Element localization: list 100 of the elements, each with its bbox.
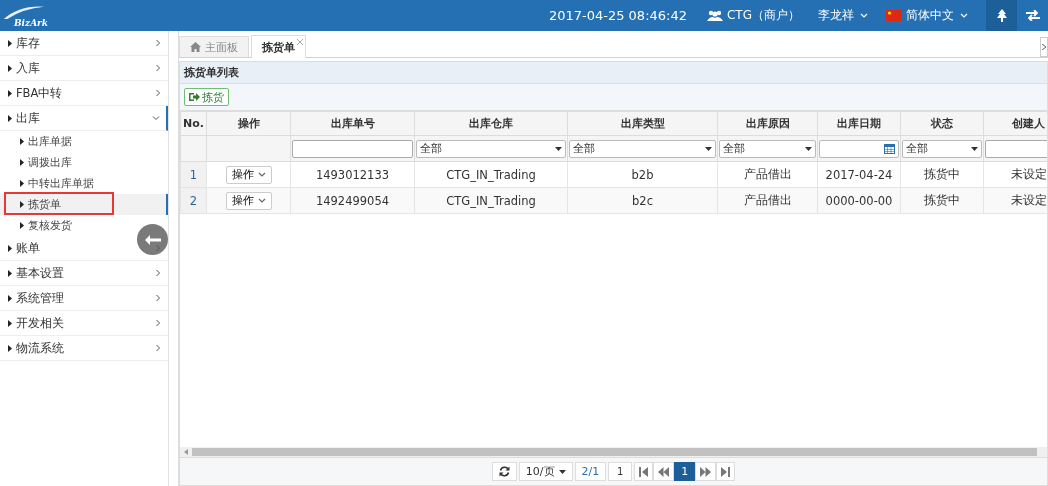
chevron-down-icon <box>257 172 266 177</box>
column-header[interactable]: 操作 <box>206 111 291 136</box>
chevron-icon <box>1042 44 1046 50</box>
fast-forward-icon <box>700 466 712 477</box>
rewind-icon <box>658 466 670 477</box>
chevron-down-icon <box>960 13 968 18</box>
triangle-right-icon <box>8 244 12 252</box>
table-cell: 0000-00-00 <box>817 187 901 214</box>
swap-icon <box>1025 10 1040 21</box>
triangle-right-icon <box>8 39 12 47</box>
menu-item[interactable]: 开发相关 <box>8 315 64 331</box>
last-page-button[interactable] <box>716 462 736 481</box>
next-page-button[interactable] <box>695 462 717 481</box>
page-button[interactable]: 1 <box>674 462 696 481</box>
close-icon[interactable] <box>297 39 303 45</box>
menu-item[interactable]: 基本设置 <box>8 265 64 281</box>
caret-down-icon <box>705 146 712 151</box>
refresh-button[interactable] <box>491 462 517 481</box>
triangle-right-icon <box>8 319 12 327</box>
menu-item[interactable]: 出库 <box>8 110 40 126</box>
submenu-item[interactable]: 复核发货 <box>0 215 76 236</box>
user-menu[interactable]: 李龙祥 <box>818 7 868 24</box>
arrow-left-icon <box>144 234 161 245</box>
filter-dropdown[interactable]: 全部 <box>719 139 816 158</box>
triangle-right-icon <box>20 222 24 229</box>
page-input[interactable]: 1 <box>608 462 633 481</box>
page-size-dropdown[interactable]: 10/页 <box>518 462 573 481</box>
tree-icon <box>996 9 1007 22</box>
triangle-right-icon <box>20 159 24 166</box>
table-cell: b2b <box>567 161 718 188</box>
triangle-right-icon <box>20 180 24 187</box>
table-cell: 1492499054 <box>290 187 415 214</box>
action-dropdown[interactable]: 操作 <box>225 191 272 210</box>
column-header[interactable]: 状态 <box>900 111 984 136</box>
tab[interactable]: 拣货单 <box>251 35 306 58</box>
table-cell: 产品借出 <box>717 187 818 214</box>
first-page-icon <box>639 466 649 477</box>
caret-down-icon <box>555 146 562 151</box>
filter-dropdown[interactable]: 全部 <box>569 139 716 158</box>
triangle-right-icon <box>8 89 12 97</box>
menu-item[interactable]: 系统管理 <box>8 290 64 306</box>
flag-icon <box>886 10 902 21</box>
column-header[interactable]: 出库原因 <box>717 111 818 136</box>
sign-out-icon <box>189 92 200 102</box>
table-cell: 拣货中 <box>900 187 984 214</box>
pick-button[interactable]: 拣货 <box>184 88 229 106</box>
triangle-right-icon <box>8 294 12 302</box>
page-count: 2/1 <box>574 462 607 481</box>
date-filter-field[interactable] <box>819 139 899 158</box>
triangle-right-icon <box>20 138 24 145</box>
filter-field[interactable] <box>985 139 1047 158</box>
column-header[interactable]: 出库仓库 <box>414 111 568 136</box>
action-dropdown[interactable]: 操作 <box>225 165 272 184</box>
menu-item[interactable]: FBA中转 <box>8 85 63 101</box>
triangle-right-icon <box>8 64 12 72</box>
menu-item[interactable]: 物流系统 <box>8 340 64 356</box>
collapse-sidebar-button[interactable] <box>137 224 168 255</box>
table-cell: 产品借出 <box>717 161 818 188</box>
filter-dropdown[interactable]: 全部 <box>416 139 566 158</box>
users-icon <box>707 9 723 22</box>
submenu-item[interactable]: 中转出库单据 <box>0 173 98 194</box>
table-cell: 拣货中 <box>900 161 984 188</box>
refresh-icon <box>498 466 510 477</box>
datetime: 2017-04-25 08:46:42 <box>548 8 687 23</box>
calendar-icon <box>884 143 895 154</box>
column-header[interactable]: 出库类型 <box>567 111 718 136</box>
row-number: 1 <box>180 161 207 188</box>
table-cell: CTG_IN_Trading <box>414 187 568 214</box>
column-header[interactable]: 出库日期 <box>817 111 901 136</box>
row-number: 2 <box>180 187 207 214</box>
language-menu[interactable]: 简体中文 <box>886 7 968 24</box>
table-cell: b2c <box>567 187 718 214</box>
submenu-item[interactable]: 调拨出库 <box>0 152 76 173</box>
tab-menu-button[interactable] <box>1040 37 1048 57</box>
submenu-item[interactable]: 出库单据 <box>0 131 76 152</box>
chevron-down-icon <box>257 198 266 203</box>
triangle-right-icon <box>20 201 24 208</box>
chevron-down-icon <box>860 13 868 18</box>
table-cell: CTG_IN_Trading <box>414 161 568 188</box>
tenant-menu[interactable]: CTG（商户） <box>707 7 800 24</box>
menu-item[interactable]: 账单 <box>8 240 40 256</box>
column-header[interactable]: 创建人 <box>983 111 1047 136</box>
filter-dropdown[interactable]: 全部 <box>902 139 982 158</box>
column-header[interactable]: 出库单号 <box>290 111 415 136</box>
menu-item[interactable]: 入库 <box>8 60 40 76</box>
tree-button[interactable] <box>986 0 1017 31</box>
panel-title: 拣货单列表 <box>180 62 1047 84</box>
menu-item[interactable]: 库存 <box>8 35 40 51</box>
scroll-left-icon[interactable] <box>184 449 188 455</box>
home-icon <box>190 42 201 52</box>
first-page-button[interactable] <box>634 462 654 481</box>
horizontal-scrollbar[interactable] <box>180 447 1047 457</box>
previous-page-button[interactable] <box>653 462 675 481</box>
logo-text: BizArk <box>14 18 49 28</box>
submenu-item[interactable]: 拣货单 <box>0 194 168 215</box>
last-page-icon <box>721 466 731 477</box>
caret-down-icon <box>558 469 566 474</box>
triangle-right-icon <box>8 269 12 277</box>
filter-field[interactable] <box>292 139 413 158</box>
column-header[interactable]: No. <box>180 111 207 136</box>
